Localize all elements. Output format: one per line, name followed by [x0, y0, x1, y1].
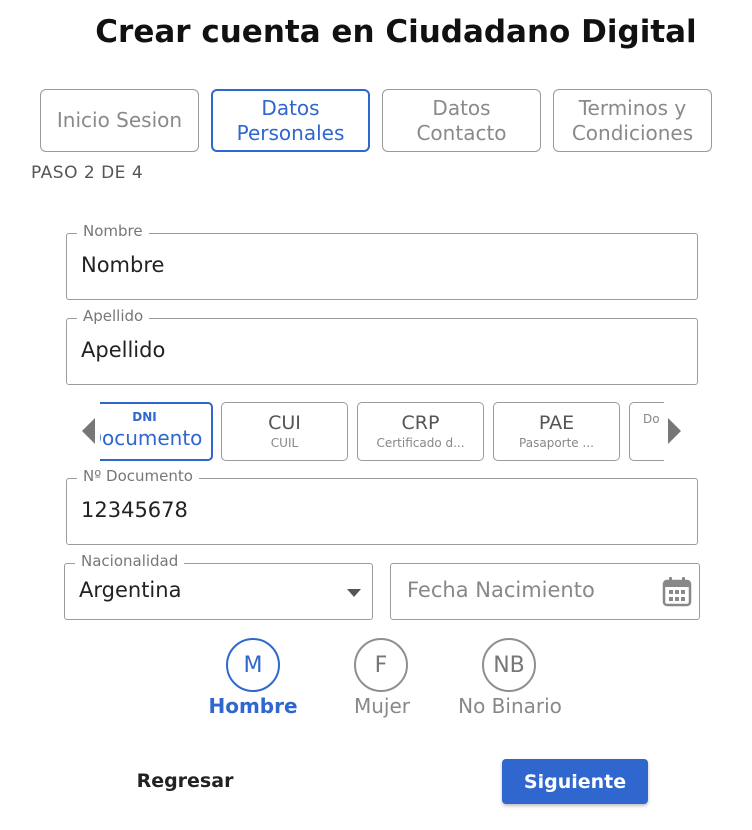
step-label: Inicio Sesion [56, 108, 183, 132]
fecha-nacimiento-placeholder: Fecha Nacimiento [407, 578, 595, 602]
gender-m-option[interactable]: M [226, 638, 280, 692]
fecha-nacimiento-field[interactable]: Fecha Nacimiento [390, 563, 700, 620]
nacionalidad-value: Argentina [79, 578, 182, 602]
doc-type-cui[interactable]: CUI CUIL [221, 402, 348, 461]
chevron-right-icon[interactable] [668, 418, 681, 444]
apellido-input-value[interactable]: Apellido [81, 338, 165, 362]
documento-input-value[interactable]: 12345678 [81, 498, 188, 522]
doc-type-name: Pasaporte ... [519, 436, 594, 450]
doc-type-code: CUI [268, 412, 301, 434]
gender-f-option[interactable]: F [354, 638, 408, 692]
gender-nb-option[interactable]: NB [482, 638, 536, 692]
step-terminos-condiciones[interactable]: Terminos y Condiciones [553, 89, 712, 152]
doc-type-name: Documento [100, 426, 203, 450]
doc-type-dni[interactable]: DNI Documento [100, 402, 213, 461]
doc-type-name: CUIL [270, 436, 299, 450]
step-label: Datos Contacto [416, 95, 507, 145]
doc-type-crp[interactable]: CRP Certificado d... [357, 402, 484, 461]
doc-type-partial[interactable]: Do [629, 402, 664, 461]
apellido-label: Apellido [77, 307, 150, 325]
step-inicio-sesion[interactable]: Inicio Sesion [40, 89, 199, 152]
doc-type-code: DNI [132, 410, 157, 424]
apellido-field[interactable]: Apellido Apellido [66, 307, 698, 385]
doc-type-pae[interactable]: PAE Pasaporte ... [493, 402, 620, 461]
step-datos-contacto[interactable]: Datos Contacto [382, 89, 541, 152]
gender-nb-label[interactable]: No Binario [430, 694, 590, 718]
back-button[interactable]: Regresar [120, 759, 250, 803]
step-datos-personales[interactable]: Datos Personales [211, 89, 370, 152]
doc-type-code: CRP [401, 412, 440, 434]
doc-type-name: Certificado d... [376, 436, 465, 450]
document-type-carousel: DNI Documento CUI CUIL CRP Certificado d… [100, 402, 664, 462]
nacionalidad-label: Nacionalidad [75, 552, 185, 570]
page-title: Crear cuenta en Ciudadano Digital [95, 14, 697, 50]
nombre-input-value[interactable]: Nombre [81, 253, 164, 277]
step-label: Datos Personales [236, 95, 345, 145]
doc-type-code: PAE [538, 412, 575, 434]
step-indicator: PASO 2 DE 4 [31, 163, 144, 183]
nacionalidad-select[interactable]: Nacionalidad Argentina [64, 552, 373, 620]
doc-type-name: Do [643, 412, 660, 426]
nombre-label: Nombre [77, 222, 149, 240]
nombre-field[interactable]: Nombre Nombre [66, 222, 698, 300]
step-label: Terminos y Condiciones [571, 95, 694, 145]
documento-field[interactable]: Nº Documento 12345678 [66, 467, 698, 545]
next-button[interactable]: Siguiente [502, 759, 648, 804]
calendar-icon[interactable] [661, 576, 693, 608]
chevron-left-icon[interactable] [82, 418, 95, 444]
documento-label: Nº Documento [77, 467, 199, 485]
caret-down-icon[interactable] [347, 589, 361, 597]
